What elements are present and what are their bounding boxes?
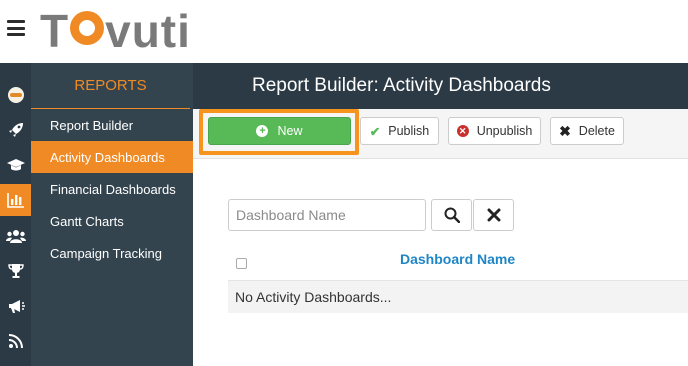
close-icon: ✖ bbox=[559, 122, 571, 139]
x-circle-icon: ✕ bbox=[456, 125, 469, 137]
search-input[interactable] bbox=[228, 199, 426, 231]
rocket-icon[interactable] bbox=[0, 114, 31, 146]
publish-button-label: Publish bbox=[388, 124, 430, 138]
top-bar: T vuti bbox=[0, 0, 688, 63]
logo-elephant-icon bbox=[70, 11, 105, 45]
sidebar-item-campaign-tracking[interactable]: Campaign Tracking bbox=[31, 237, 193, 269]
logo-text-left: T bbox=[40, 5, 70, 57]
avatar-icon[interactable] bbox=[0, 79, 31, 111]
sidebar-item-activity-dashboards[interactable]: Activity Dashboards bbox=[31, 141, 193, 173]
reports-sidebar: REPORTS Report Builder Activity Dashboar… bbox=[31, 63, 193, 366]
users-icon[interactable] bbox=[0, 220, 31, 252]
close-icon bbox=[487, 208, 500, 222]
plus-circle-icon: + bbox=[256, 125, 269, 137]
megaphone-icon[interactable] bbox=[0, 290, 31, 322]
unpublish-button-label: Unpublish bbox=[476, 124, 533, 138]
search-icon bbox=[444, 207, 460, 223]
graduation-cap-icon[interactable] bbox=[0, 149, 31, 181]
page-title: Report Builder: Activity Dashboards bbox=[252, 75, 551, 96]
clear-search-button[interactable] bbox=[473, 199, 514, 231]
sidebar-item-financial-dashboards[interactable]: Financial Dashboards bbox=[31, 173, 193, 205]
column-header-dashboard-name[interactable]: Dashboard Name bbox=[400, 251, 515, 267]
trophy-icon[interactable] bbox=[0, 255, 31, 287]
select-all-checkbox[interactable] bbox=[236, 258, 247, 269]
new-button[interactable]: + New bbox=[208, 117, 351, 145]
check-icon: ✔ bbox=[369, 124, 381, 139]
delete-button[interactable]: ✖ Delete bbox=[550, 117, 624, 145]
new-button-label: New bbox=[277, 124, 303, 138]
search-button[interactable] bbox=[431, 199, 472, 231]
publish-button[interactable]: ✔ Publish bbox=[360, 117, 439, 145]
hamburger-menu-icon[interactable] bbox=[7, 20, 25, 38]
empty-message: No Activity Dashboards... bbox=[235, 289, 392, 305]
sidebar-item-gantt-charts[interactable]: Gantt Charts bbox=[31, 205, 193, 237]
sidebar-item-report-builder[interactable]: Report Builder bbox=[31, 109, 193, 141]
delete-button-label: Delete bbox=[578, 124, 615, 138]
bar-chart-icon[interactable] bbox=[0, 184, 31, 216]
page-header: Report Builder: Activity Dashboards bbox=[193, 63, 688, 109]
logo-text-right: vuti bbox=[105, 5, 191, 57]
icon-nav-bar bbox=[0, 63, 31, 366]
signal-icon[interactable] bbox=[0, 325, 31, 357]
empty-table-row: No Activity Dashboards... bbox=[228, 280, 688, 313]
sidebar-title: REPORTS bbox=[31, 63, 190, 109]
unpublish-button[interactable]: ✕ Unpublish bbox=[448, 117, 541, 145]
tovuti-logo[interactable]: T vuti bbox=[40, 5, 191, 57]
